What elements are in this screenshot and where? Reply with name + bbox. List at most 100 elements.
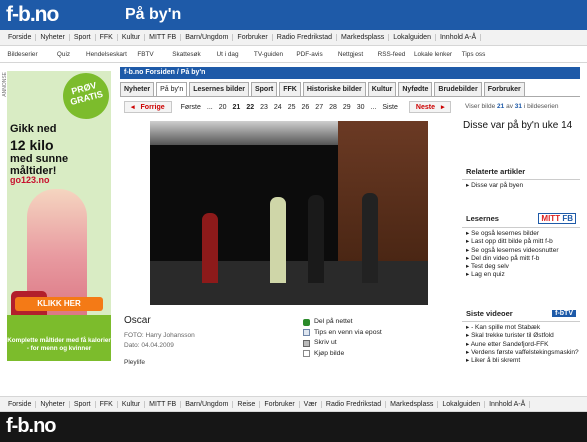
readers-item[interactable]: ▸ Se også lesernes videosnutter <box>466 247 580 255</box>
tab-nyfodte[interactable]: Nyfødte <box>398 82 433 96</box>
nav-ffk[interactable]: FFK <box>96 34 118 41</box>
subnav-pdf-avis[interactable]: PDF-avis <box>289 51 330 58</box>
footer-logo[interactable]: f-b.no <box>6 415 57 438</box>
next-label: Neste <box>415 104 435 111</box>
photo-musician <box>202 213 218 283</box>
nav-forside[interactable]: Forside <box>4 34 37 41</box>
image-counter: Viser bilde 21 av 31 i bildeserien <box>465 103 559 110</box>
share-action[interactable]: Del på nettet <box>303 317 382 328</box>
email-label: Tips en venn via epost <box>314 328 382 336</box>
footer-nav-innhold[interactable]: Innhold A-Å <box>485 400 531 408</box>
fbtv-logo[interactable]: f-bTV <box>552 310 576 317</box>
readers-item[interactable]: ▸ Last opp ditt bilde på mitt f-b <box>466 238 580 246</box>
tab-pa-byn[interactable]: På by'n <box>156 82 188 96</box>
page-link[interactable]: 21 <box>230 104 244 111</box>
footer-nav-nyheter[interactable]: Nyheter <box>36 400 70 408</box>
email-action[interactable]: Tips en venn via epost <box>303 328 382 339</box>
video-item[interactable]: ▸ Skal trekke turister til Østfold <box>466 332 580 340</box>
page-link[interactable]: 20 <box>216 104 230 111</box>
footer-nav-reise[interactable]: Reise <box>233 400 261 408</box>
nav-mitt-fb[interactable]: MITT FB <box>145 34 182 41</box>
video-item[interactable]: ▸ - Kan spille mot Stabæk <box>466 324 580 332</box>
breadcrumb[interactable]: f-b.no Forsiden / På by'n <box>120 67 580 79</box>
readers-item[interactable]: ▸ Del din video på mitt f-b <box>466 255 580 263</box>
prev-button[interactable]: ◂ Forrige <box>124 101 172 113</box>
subnav-fbtv[interactable]: FBTV <box>125 51 166 58</box>
footer-nav-kultur[interactable]: Kultur <box>118 400 146 408</box>
nav-markedsplass[interactable]: Markedsplass <box>337 34 390 41</box>
footer-nav-ffk[interactable]: FFK <box>96 400 118 408</box>
subnav-lokale-lenker[interactable]: Lokale lenker <box>412 51 453 58</box>
gallery-pager: ◂ Forrige Første ... 20 21 22 23 24 25 26… <box>124 101 452 113</box>
nav-kultur[interactable]: Kultur <box>118 34 146 41</box>
footer-nav-lokalguiden[interactable]: Lokalguiden <box>438 400 486 408</box>
nav-sport[interactable]: Sport <box>70 34 96 41</box>
print-action[interactable]: Skriv ut <box>303 338 382 349</box>
subnav-bildeserier[interactable]: Bildeserier <box>2 51 43 58</box>
footer-nav-sport[interactable]: Sport <box>70 400 96 408</box>
footer-nav-vaer[interactable]: Vær <box>300 400 322 408</box>
readers-item-label: Test deg selv <box>470 263 509 271</box>
video-item[interactable]: ▸ Aune etter Sandefjord-FFK <box>466 341 580 349</box>
page-link[interactable]: 23 <box>257 104 271 111</box>
tab-brudebilder[interactable]: Brudebilder <box>434 82 482 96</box>
nav-lokalguiden[interactable]: Lokalguiden <box>389 34 436 41</box>
subnav-tv-guiden[interactable]: TV-guiden <box>248 51 289 58</box>
page-link[interactable]: 27 <box>312 104 326 111</box>
readers-item-label: Se også lesernes bilder <box>471 230 540 237</box>
page-link-current[interactable]: 22 <box>243 104 257 111</box>
nav-innhold[interactable]: Innhold A-Å <box>436 34 482 41</box>
tab-kultur[interactable]: Kultur <box>367 82 397 96</box>
page-link[interactable]: 28 <box>326 104 340 111</box>
page-link[interactable]: 29 <box>340 104 354 111</box>
gallery-photo[interactable] <box>150 121 428 305</box>
footer-nav-mitt-fb[interactable]: MITT FB <box>145 400 182 408</box>
advertisement[interactable]: PRØV GRATIS Gikk ned 12 kilo med sunne m… <box>7 71 111 361</box>
video-item[interactable]: ▸ Verdens første vaffelstekingsmaskin? <box>466 349 580 357</box>
tab-lesernes-bilder[interactable]: Lesernes bilder <box>189 82 249 96</box>
nav-barn-ungdom[interactable]: Barn/Ungdom <box>181 34 234 41</box>
footer-nav-radio-fredrikstad[interactable]: Radio Fredrikstad <box>322 400 387 408</box>
tab-historiske-bilder[interactable]: Historiske bilder <box>302 82 366 96</box>
nav-nyheter[interactable]: Nyheter <box>36 34 70 41</box>
site-logo[interactable]: f-b.no <box>6 3 86 27</box>
subnav-skattesok[interactable]: Skattesøk <box>166 51 207 58</box>
video-item[interactable]: ▸ Liker å bli skremt <box>466 357 580 365</box>
readers-item[interactable]: ▸ Test deg selv <box>466 263 580 271</box>
photo-actions: Del på nettet Tips en venn via epost Skr… <box>303 317 382 359</box>
tab-nyheter[interactable]: Nyheter <box>120 82 155 96</box>
buy-action[interactable]: Kjøp bilde <box>303 349 382 360</box>
footer-nav-markedsplass[interactable]: Markedsplass <box>386 400 439 408</box>
page-link[interactable]: 26 <box>299 104 313 111</box>
email-icon <box>303 329 310 337</box>
subnav-quiz[interactable]: Quiz <box>43 51 84 58</box>
page-first[interactable]: Første <box>178 104 204 111</box>
tab-forbruker[interactable]: Forbruker <box>483 82 525 96</box>
subnav-nettgjest[interactable]: Nettgjest <box>330 51 371 58</box>
photo-meta: FOTO: Harry Johansson Dato: 04.04.2009 <box>124 331 195 351</box>
readers-item[interactable]: ▸ Lag en quiz <box>466 271 580 279</box>
next-button[interactable]: Neste ▸ <box>408 101 452 113</box>
tab-sport[interactable]: Sport <box>250 82 278 96</box>
page-link[interactable]: 24 <box>271 104 285 111</box>
nav-forbruker[interactable]: Forbruker <box>233 34 273 41</box>
page-link[interactable]: 30 <box>354 104 368 111</box>
footer-nav-barn-ungdom[interactable]: Barn/Ungdom <box>181 400 234 408</box>
readers-heading-label: Lesernes <box>466 214 499 223</box>
print-label: Skriv ut <box>314 339 337 346</box>
subnav-tips-oss[interactable]: Tips oss <box>453 51 494 58</box>
page-last[interactable]: Siste <box>379 104 401 111</box>
related-heading: Relaterte artikler <box>462 166 580 180</box>
ad-cta-button[interactable]: KLIKK HER <box>15 297 103 311</box>
nav-radio-fredrikstad[interactable]: Radio Fredrikstad <box>273 34 338 41</box>
mitt-fb-logo[interactable]: MITT FB <box>538 213 576 224</box>
page-link[interactable]: 25 <box>285 104 299 111</box>
subnav-ut-i-dag[interactable]: Ut i dag <box>207 51 248 58</box>
subnav-rss-feed[interactable]: RSS-feed <box>371 51 412 58</box>
footer-nav-forbruker[interactable]: Forbruker <box>260 400 300 408</box>
subnav-hendelseskart[interactable]: Hendelseskart <box>84 51 127 58</box>
related-item[interactable]: ▸ Disse var på byen <box>466 182 580 190</box>
footer-nav-forside[interactable]: Forside <box>4 400 37 408</box>
photo-musician <box>362 193 378 283</box>
tab-ffk[interactable]: FFK <box>279 82 301 96</box>
